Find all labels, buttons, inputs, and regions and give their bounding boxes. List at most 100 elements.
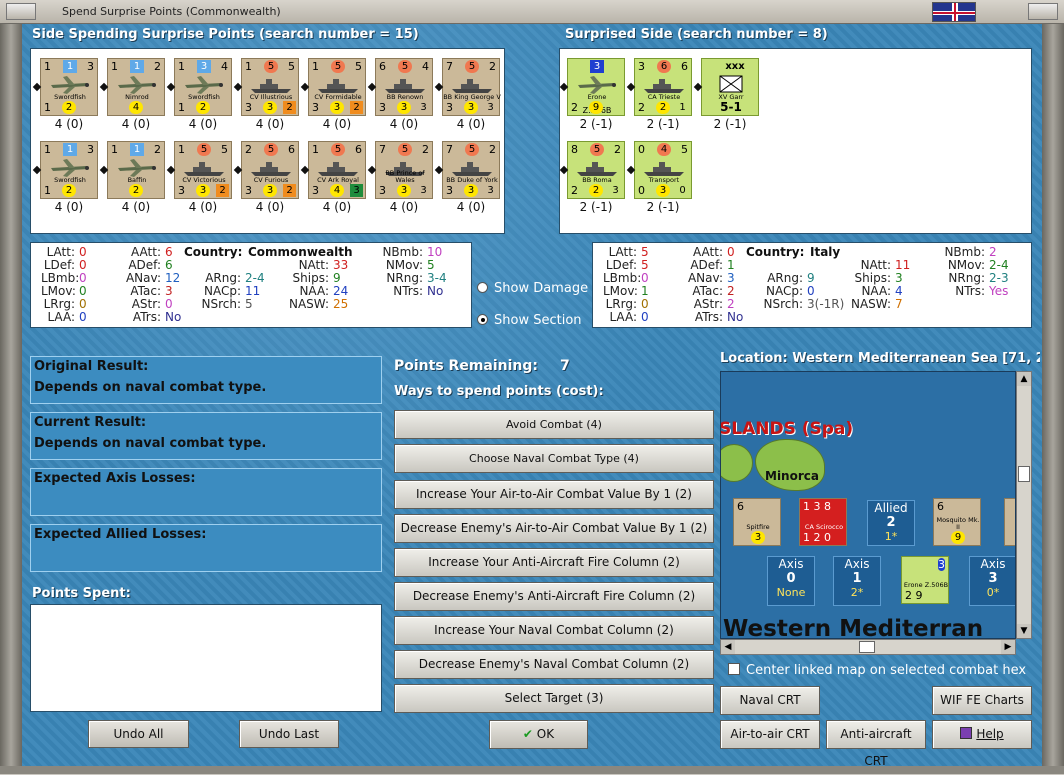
unit-name: Baffin — [127, 176, 147, 184]
allied-hex-box[interactable]: Allied 2 1* — [867, 500, 915, 546]
map-counter-ca-scirocco[interactable]: 1 3 8 CA Scirocco 1 2 0 — [799, 498, 847, 546]
original-result-title: Original Result: — [34, 359, 149, 374]
unit-counter[interactable]: 1 5 6 CV Ark Royal 3 4 3 — [308, 141, 366, 199]
undo-all-button[interactable]: Undo All — [88, 720, 189, 748]
unit-bottom-center-value: 3 — [656, 184, 670, 197]
unit-name: CV Victorious — [182, 176, 226, 184]
unit-top-left-value: 6 — [379, 60, 386, 73]
stat-value: 0 — [165, 297, 173, 311]
map-counter-erone[interactable]: 3 Erone Z.506B 2 9 — [901, 556, 949, 604]
spending-side-header: Side Spending Surprise Points (search nu… — [32, 27, 419, 42]
spend-option-button[interactable]: Select Target (3) — [394, 684, 714, 713]
counter-value: 6 — [937, 500, 944, 513]
undo-last-button[interactable]: Undo Last — [239, 720, 339, 748]
center-map-checkbox[interactable] — [728, 663, 740, 675]
unit-top-right-value: 3 — [87, 143, 94, 156]
scroll-up-arrow-icon[interactable]: ▲ — [1017, 372, 1031, 386]
counter-value: 6 — [737, 500, 744, 513]
unit-bottom-right-value: 2 — [283, 101, 296, 114]
spend-option-button[interactable]: Decrease Enemy's Naval Combat Column (2) — [394, 650, 714, 679]
ship-icon — [317, 75, 359, 95]
stat-value: 3-4 — [427, 271, 447, 285]
unit-counter[interactable]: xxx XV Garr 5-1 — [701, 58, 759, 116]
radio-button-selected[interactable] — [477, 314, 488, 325]
show-damage-radio[interactable]: Show Damage — [477, 281, 588, 296]
unit-counter[interactable]: 0 4 5 Transport 0 3 0 — [634, 141, 692, 199]
unit-counter[interactable]: 1 3 4 Swordfish 1 2 — [174, 58, 232, 116]
spend-option-button[interactable]: Decrease Enemy's Air-to-Air Combat Value… — [394, 514, 714, 543]
unit-counter[interactable]: 7 5 2 BB King George V333 — [442, 58, 501, 116]
map-counter-spitfire[interactable]: 6 Spitfire 3 — [733, 498, 781, 546]
axis-hex-box-3[interactable]: Axis 3 0* — [969, 556, 1015, 606]
stat-value: 0 — [727, 245, 735, 259]
stat-label: ATrs: — [132, 310, 161, 324]
union-jack-flag-icon — [932, 2, 976, 22]
unit-bottom-right-value: 3 — [420, 185, 427, 196]
ok-button[interactable]: ✔ OK — [489, 720, 588, 749]
unit-name: BB Prince of Wales — [385, 169, 425, 184]
stat-value: 3 — [165, 284, 173, 298]
stat-label: LAA: — [609, 310, 637, 324]
radio-button[interactable] — [477, 282, 488, 293]
unit-counter[interactable]: 1 5 5 CV Formidable 3 3 2 — [308, 58, 366, 116]
axis-box-sub: 2* — [850, 586, 864, 599]
unit-top-center-value: 5 — [465, 60, 479, 73]
axis-hex-box-1[interactable]: Axis 0 None — [767, 556, 815, 606]
unit-bottom-center-value: 3 — [397, 101, 411, 114]
unit-top-center-value: 5 — [197, 143, 211, 156]
anti-aircraft-crt-button[interactable]: Anti-aircraft CRT — [826, 720, 926, 768]
spend-option-button[interactable]: Increase Your Air-to-Air Combat Value By… — [394, 480, 714, 509]
unit-counter[interactable]: 1 5 5 CV Illustrious 3 3 2 — [241, 58, 299, 116]
spend-option-button[interactable]: Increase Your Anti-Aircraft Fire Column … — [394, 548, 714, 577]
unit-name: Swordfish — [188, 93, 220, 101]
scroll-thumb[interactable] — [859, 641, 875, 653]
scroll-down-arrow-icon[interactable]: ▼ — [1017, 624, 1031, 638]
center-map-checkbox-row[interactable]: Center linked map on selected combat hex — [728, 663, 1026, 678]
air-to-air-crt-button[interactable]: Air-to-air CRT — [720, 720, 820, 749]
unit-bottom-left-value: 3 — [379, 184, 386, 197]
unit-counter[interactable]: 6 5 4 BB Renown 3 3 3 — [375, 58, 433, 116]
map-horizontal-scrollbar[interactable]: ◀ ▶ — [720, 639, 1016, 655]
naval-crt-button[interactable]: Naval CRT — [720, 686, 820, 715]
stat-value: 0 — [641, 271, 649, 285]
stat-value: 0 — [79, 258, 87, 272]
bottom-frame — [0, 766, 1064, 774]
unit-counter[interactable]: 8 5 2 BB Roma 2 2 3 — [567, 141, 625, 199]
help-button[interactable]: Help — [932, 720, 1032, 749]
scroll-right-arrow-icon[interactable]: ▶ — [1001, 640, 1015, 654]
unit-counter[interactable]: 3 6 6 CA Trieste 2 2 1 — [634, 58, 692, 116]
unit-bottom-left-value: 1 — [44, 184, 51, 197]
wif-fe-charts-button[interactable]: WIF FE Charts — [932, 686, 1032, 715]
unit-counter[interactable]: 7 5 2 BB Prince of Wales 3 3 3 — [375, 141, 433, 199]
spend-option-button[interactable]: Choose Naval Combat Type (4) — [394, 444, 714, 473]
linked-map-view[interactable]: SLANDS (Spa) Minorca Western Mediterran … — [720, 371, 1016, 639]
points-spent-list[interactable] — [30, 604, 382, 712]
map-counter-mosquito[interactable]: 6 Mosquito Mk. II 9 — [933, 498, 981, 546]
unit-label: 4 (0) — [322, 200, 352, 214]
right-frame — [1042, 24, 1064, 774]
unit-counter[interactable]: 1 1 3 Swordfish 1 2 — [40, 141, 98, 199]
close-window-button[interactable] — [1028, 3, 1058, 20]
spend-option-button[interactable]: Decrease Enemy's Anti-Aircraft Fire Colu… — [394, 582, 714, 611]
unit-counter[interactable]: 7 5 2 BB Duke of York 3 3 3 — [442, 141, 500, 199]
unit-counter[interactable]: 1 1 2 Baffin 2 — [107, 141, 165, 199]
spend-option-button[interactable]: Avoid Combat (4) — [394, 410, 714, 439]
map-counter-partial[interactable] — [1004, 498, 1015, 546]
unit-counter[interactable]: 2 5 6 CV Furious 3 3 2 — [241, 141, 299, 199]
unit-counter[interactable]: 1 5 5 CV Victorious 3 3 2 — [174, 141, 232, 199]
unit-top-right-value: 3 — [87, 60, 94, 73]
system-menu-button[interactable] — [6, 3, 36, 20]
axis-hex-box-2[interactable]: Axis 1 2* — [833, 556, 881, 606]
spend-option-button[interactable]: Increase Your Naval Combat Column (2) — [394, 616, 714, 645]
map-vertical-scrollbar[interactable]: ▲ ▼ — [1016, 371, 1032, 639]
scroll-left-arrow-icon[interactable]: ◀ — [721, 640, 735, 654]
scroll-thumb[interactable] — [1018, 466, 1030, 482]
unit-counter[interactable]: 3EroneZ.506B29 — [567, 58, 625, 116]
unit-top-left-value: 1 — [312, 60, 319, 73]
unit-top-left-value: 1 — [245, 60, 252, 73]
unit-label: 2 (-1) — [713, 117, 747, 131]
unit-counter[interactable]: 1 1 2 Nimrod 4 — [107, 58, 165, 116]
unit-bottom-center-value: 4 — [330, 184, 344, 197]
unit-counter[interactable]: 1 1 3 Swordfish 1 2 — [40, 58, 98, 116]
show-section-radio[interactable]: Show Section — [477, 313, 582, 328]
